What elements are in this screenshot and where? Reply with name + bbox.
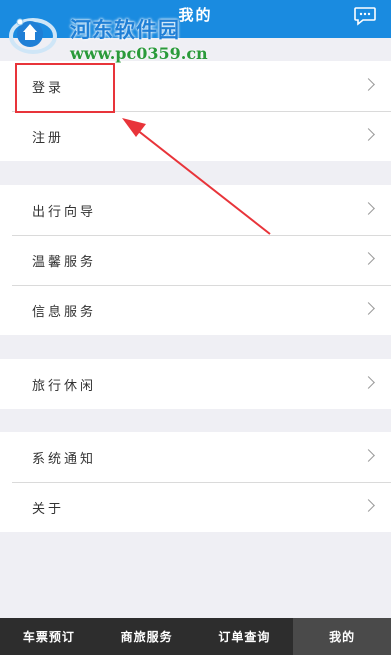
tab-order-query[interactable]: 订单查询 bbox=[196, 618, 294, 655]
tab-mine[interactable]: 我的 bbox=[293, 618, 391, 655]
annotation-arrow-icon bbox=[122, 118, 271, 235]
tab-business-travel[interactable]: 商旅服务 bbox=[98, 618, 196, 655]
tab-ticket-booking[interactable]: 车票预订 bbox=[0, 618, 98, 655]
watermark-logo-icon bbox=[9, 18, 57, 54]
watermark-url: www.pc0359.cn bbox=[70, 44, 208, 63]
bottom-tab-bar: 车票预订 商旅服务 订单查询 我的 bbox=[0, 618, 391, 655]
watermark-title: 河东软件园 bbox=[70, 18, 180, 42]
